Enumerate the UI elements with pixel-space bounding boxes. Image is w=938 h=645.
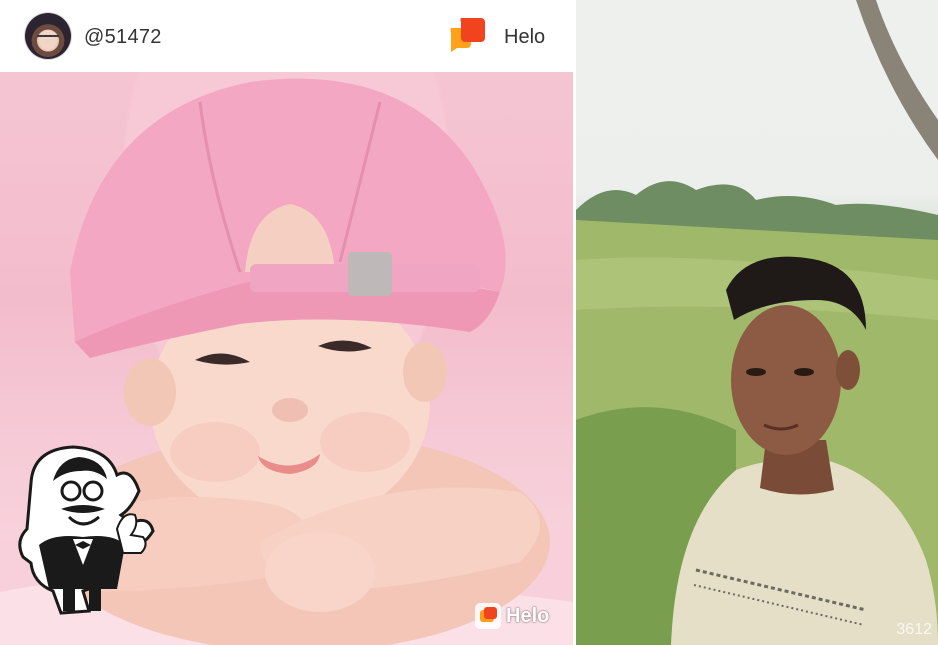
photo-stamp: 3612 <box>896 621 932 638</box>
username[interactable]: @51472 <box>84 26 162 49</box>
helo-watermark-icon <box>475 603 501 629</box>
post-header: @51472 Helo <box>0 0 573 72</box>
avatar-glasses <box>37 35 59 42</box>
helo-watermark-text: Helo <box>506 604 550 627</box>
helo-chat-bubbles-icon <box>450 18 485 52</box>
brand-name[interactable]: Helo <box>504 26 545 49</box>
selfie-photo[interactable]: 3612 <box>576 0 938 645</box>
selfie-illustration <box>576 0 938 645</box>
helo-watermark: Helo <box>474 602 549 630</box>
avatar[interactable] <box>25 13 71 59</box>
chef-waiter-logo <box>18 445 155 615</box>
